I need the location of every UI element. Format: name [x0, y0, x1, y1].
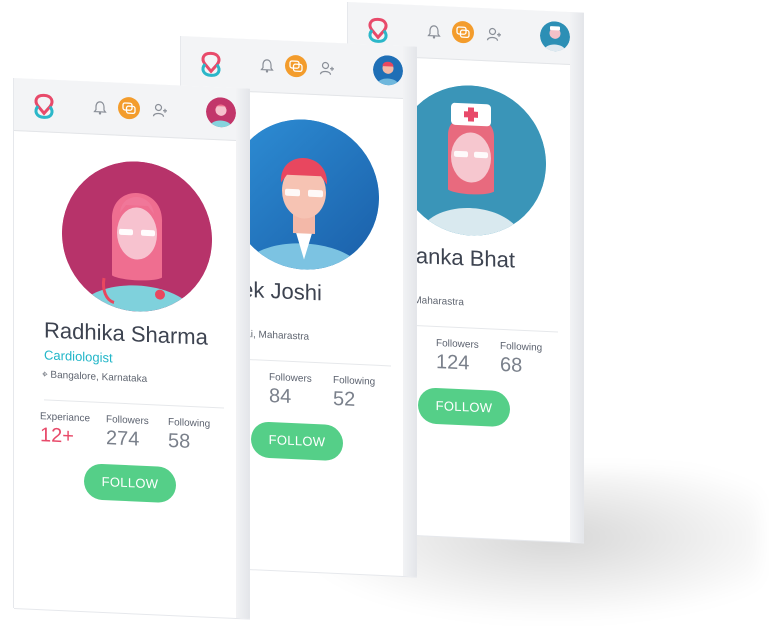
followers-label: Followers — [436, 337, 479, 351]
following-label: Following — [333, 374, 376, 388]
profile-card-1: Radhika Sharma Cardiologist ⌖ Bangalore,… — [14, 78, 250, 619]
following-label: Following — [500, 340, 543, 354]
follow-button[interactable]: FOLLOW — [84, 463, 176, 504]
card-header — [14, 78, 250, 142]
followers-value: 84 — [269, 384, 292, 408]
card-edge — [570, 11, 584, 543]
chat-button[interactable] — [285, 54, 307, 78]
experience-stat: Experiance 12+ — [40, 411, 90, 449]
app-logo-icon[interactable] — [199, 51, 223, 78]
follow-button[interactable]: FOLLOW — [418, 387, 510, 428]
user-avatar[interactable] — [206, 97, 236, 128]
following-value: 52 — [333, 387, 356, 411]
chat-icon — [289, 60, 303, 73]
chat-icon — [122, 102, 136, 115]
followers-value: 124 — [436, 350, 470, 375]
experience-label: Experiance — [40, 411, 91, 425]
specialty: Cardiologist — [44, 347, 113, 366]
following-stat: Following 52 — [333, 375, 375, 413]
followers-stat: Followers 274 — [106, 414, 149, 452]
follow-button[interactable]: FOLLOW — [251, 421, 343, 462]
profile-portrait — [229, 116, 379, 273]
divider — [44, 399, 224, 409]
bell-icon[interactable] — [259, 58, 275, 75]
app-logo-icon[interactable] — [32, 93, 56, 120]
followers-stat: Followers 84 — [269, 372, 312, 410]
followers-label: Followers — [106, 414, 149, 428]
following-label: Following — [168, 416, 211, 430]
profile-portrait — [396, 82, 546, 239]
add-user-icon[interactable] — [152, 102, 168, 119]
bell-icon[interactable] — [426, 24, 442, 41]
followers-value: 274 — [106, 427, 140, 451]
followers-label: Followers — [269, 371, 312, 385]
doctor-name: Radhika Sharma — [44, 317, 208, 350]
following-value: 58 — [168, 429, 191, 453]
following-value: 68 — [500, 353, 523, 377]
add-user-icon[interactable] — [319, 60, 335, 77]
profile-portrait — [62, 158, 212, 315]
chat-button[interactable] — [452, 20, 474, 44]
card-edge — [236, 87, 250, 619]
app-logo-icon[interactable] — [366, 17, 390, 44]
chat-icon — [456, 26, 470, 39]
experience-value: 12+ — [40, 424, 74, 448]
user-avatar[interactable] — [540, 21, 570, 52]
add-user-icon[interactable] — [486, 26, 502, 43]
followers-stat: Followers 124 — [436, 338, 479, 376]
card-edge — [403, 45, 417, 577]
chat-button[interactable] — [118, 96, 140, 120]
following-stat: Following 68 — [500, 341, 542, 379]
user-avatar[interactable] — [373, 55, 403, 86]
following-stat: Following 58 — [168, 417, 210, 455]
location: ⌖ Bangalore, Karnataka — [42, 369, 148, 385]
location-text: Bangalore, Karnataka — [50, 369, 148, 385]
bell-icon[interactable] — [92, 100, 108, 117]
